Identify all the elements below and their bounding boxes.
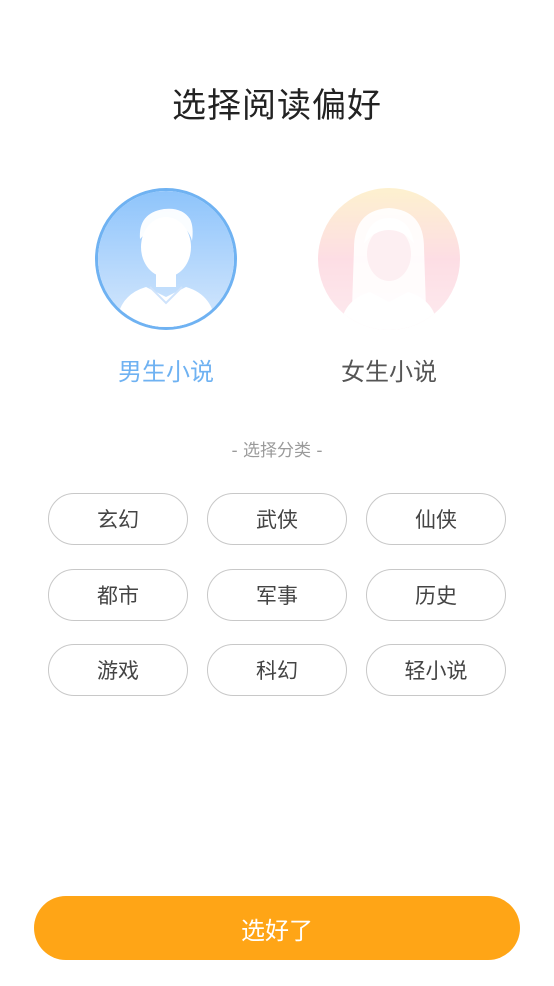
category-youxi[interactable]: 游戏 xyxy=(48,644,188,696)
page-title: 选择阅读偏好 xyxy=(172,86,382,126)
category-junshi[interactable]: 军事 xyxy=(207,569,347,621)
category-wuxia[interactable]: 武侠 xyxy=(207,493,347,545)
category-xuanhuan[interactable]: 玄幻 xyxy=(48,493,188,545)
female-avatar-icon[interactable] xyxy=(318,188,460,330)
female-option[interactable] xyxy=(318,188,460,330)
female-novel-label[interactable]: 女生小说 xyxy=(289,352,489,387)
male-option[interactable] xyxy=(95,188,237,330)
confirm-button[interactable]: 选好了 xyxy=(34,896,520,960)
category-xianxia[interactable]: 仙侠 xyxy=(366,493,506,545)
category-section-label: - 选择分类 - xyxy=(231,441,323,461)
category-lishi[interactable]: 历史 xyxy=(366,569,506,621)
category-dushi[interactable]: 都市 xyxy=(48,569,188,621)
male-novel-label[interactable]: 男生小说 xyxy=(66,352,266,387)
category-qingxiaoshuo[interactable]: 轻小说 xyxy=(366,644,506,696)
category-kehuan[interactable]: 科幻 xyxy=(207,644,347,696)
male-avatar-icon[interactable] xyxy=(95,188,237,330)
